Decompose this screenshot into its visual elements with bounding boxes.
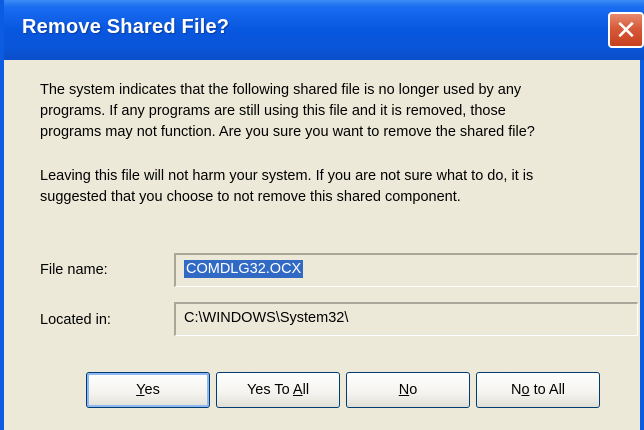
button-label-post: o [409, 382, 418, 398]
file-name-label: File name: [40, 262, 108, 278]
located-in-label: Located in: [40, 312, 111, 328]
button-label-accel: o [521, 382, 530, 398]
button-label-accel: N [398, 382, 410, 398]
close-icon: ✕ [615, 15, 637, 45]
message-paragraph-2: Leaving this file will not harm your sys… [40, 166, 630, 208]
button-label-post: to All [529, 382, 566, 398]
close-button[interactable]: ✕ [608, 12, 644, 48]
no-to-all-button[interactable]: No to All [476, 372, 600, 408]
message-line: programs. If any programs are still usin… [40, 103, 506, 119]
located-in-value: C:\WINDOWS\System32\ [184, 310, 349, 326]
yes-button[interactable]: Yes [86, 372, 210, 408]
button-label-post: ll [302, 382, 310, 398]
message-line: suggested that you choose to not remove … [40, 189, 461, 205]
window-title: Remove Shared File? [22, 16, 230, 38]
button-label-post: es [144, 382, 160, 398]
button-label-pre: Yes To [246, 382, 293, 398]
button-label-accel: Y [136, 382, 145, 398]
message-paragraph-1: The system indicates that the following … [40, 80, 630, 143]
button-label-accel: A [292, 382, 303, 398]
message-line: The system indicates that the following … [40, 82, 522, 98]
file-name-value: COMDLG32.OCX [184, 260, 304, 278]
title-bar[interactable]: Remove Shared File? ✕ [4, 0, 644, 60]
yes-to-all-button[interactable]: Yes To All [216, 372, 340, 408]
message-line: programs may not function. Are you sure … [40, 124, 535, 140]
no-button[interactable]: No [346, 372, 470, 408]
file-name-field[interactable]: COMDLG32.OCX [174, 253, 638, 287]
button-label-pre: N [510, 382, 522, 398]
dialog-window: Remove Shared File? ✕ The system indicat… [0, 0, 644, 430]
located-in-field[interactable]: C:\WINDOWS\System32\ [174, 302, 638, 336]
message-line: Leaving this file will not harm your sys… [40, 168, 534, 184]
